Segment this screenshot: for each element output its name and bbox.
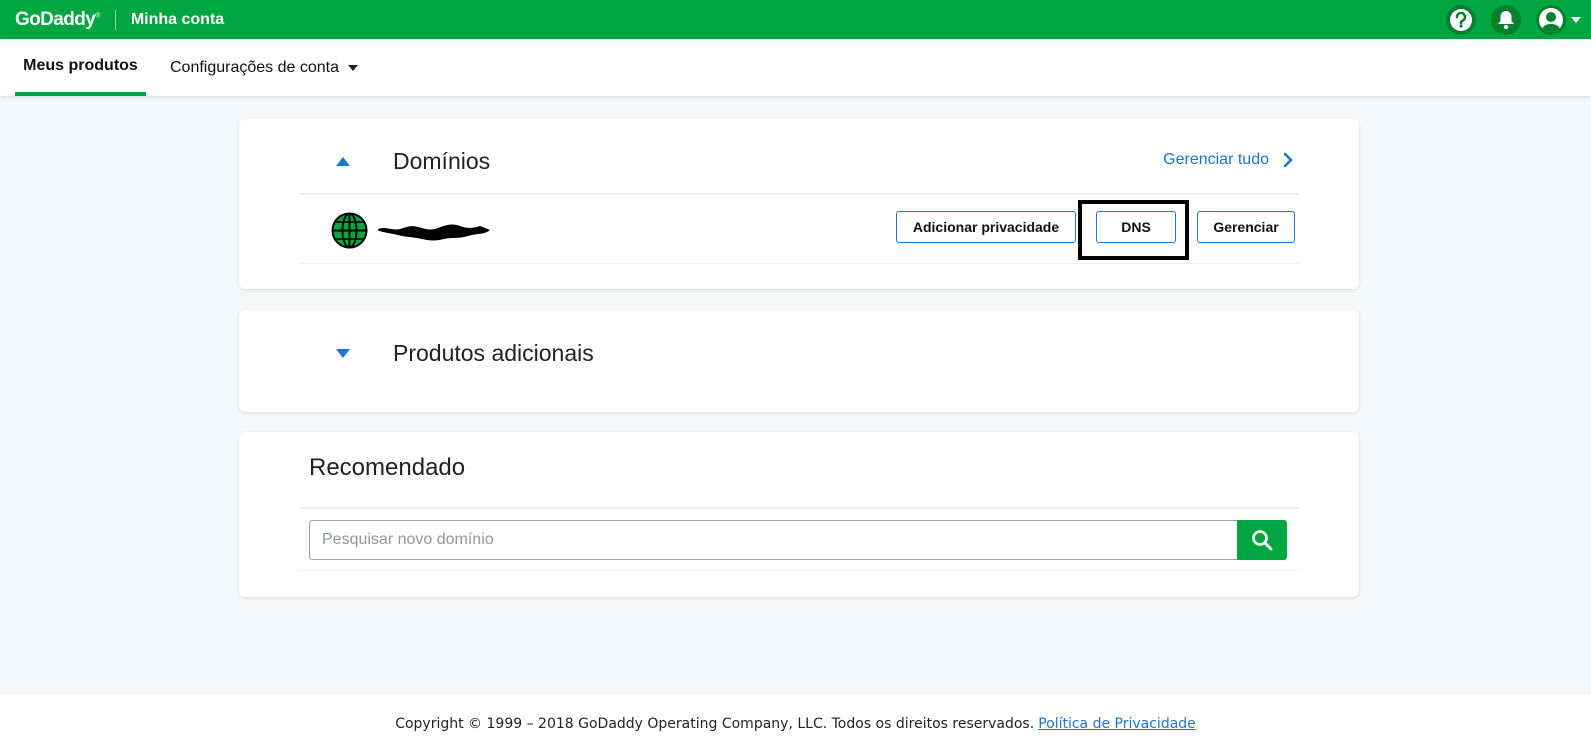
manage-button[interactable]: Gerenciar — [1197, 211, 1295, 243]
domain-search — [309, 520, 1289, 560]
additional-products-card: Produtos adicionais — [239, 310, 1359, 412]
domains-title: Domínios — [393, 148, 491, 174]
search-icon — [1252, 530, 1273, 551]
godaddy-logo[interactable]: GoDaddy® — [15, 9, 100, 31]
account-menu-button[interactable] — [1536, 4, 1566, 35]
additional-products-title: Produtos adicionais — [393, 340, 594, 366]
divider — [299, 570, 1299, 571]
sub-navigation: Meus produtos Configurações de conta — [0, 39, 1591, 96]
divider — [299, 193, 1299, 195]
chevron-right-icon — [1283, 152, 1293, 168]
tab-label: Configurações de conta — [170, 58, 339, 76]
top-bar: GoDaddy® Minha conta — [0, 0, 1591, 39]
domains-card: Domínios Gerenciar tudo Adicionar privac… — [239, 119, 1359, 289]
recommended-title: Recomendado — [309, 454, 466, 481]
bell-icon — [1498, 10, 1514, 29]
tab-meus-produtos[interactable]: Meus produtos — [15, 39, 146, 96]
dns-highlight-box — [1078, 200, 1189, 260]
app-title[interactable]: Minha conta — [131, 11, 224, 29]
help-icon — [1450, 8, 1472, 31]
tab-configuracoes-de-conta[interactable]: Configurações de conta — [170, 39, 358, 96]
header-divider — [114, 9, 116, 30]
add-privacy-button[interactable]: Adicionar privacidade — [896, 211, 1076, 243]
footer: Copyright © 1999 – 2018 GoDaddy Operatin… — [0, 694, 1591, 753]
search-button[interactable] — [1237, 520, 1287, 560]
chevron-down-icon — [348, 64, 358, 71]
manage-all-link[interactable]: Gerenciar tudo — [1163, 151, 1293, 169]
divider — [299, 507, 1299, 509]
chevron-down-icon[interactable] — [1571, 16, 1581, 23]
privacy-policy-link[interactable]: Política de Privacidade — [1038, 716, 1196, 732]
divider — [299, 263, 1299, 264]
user-icon — [1539, 7, 1563, 32]
header-icons — [1446, 0, 1581, 39]
recommended-card: Recomendado — [239, 432, 1359, 597]
copyright-text: Copyright © 1999 – 2018 GoDaddy Operatin… — [395, 715, 1035, 732]
collapse-arrow-icon[interactable] — [336, 157, 350, 166]
redacted-domain-name — [377, 224, 490, 241]
domain-search-input[interactable] — [309, 520, 1239, 560]
notifications-button[interactable] — [1491, 4, 1521, 35]
help-button[interactable] — [1446, 4, 1476, 35]
expand-arrow-icon[interactable] — [336, 349, 350, 358]
manage-all-label: Gerenciar tudo — [1163, 151, 1269, 168]
globe-icon — [331, 212, 368, 249]
